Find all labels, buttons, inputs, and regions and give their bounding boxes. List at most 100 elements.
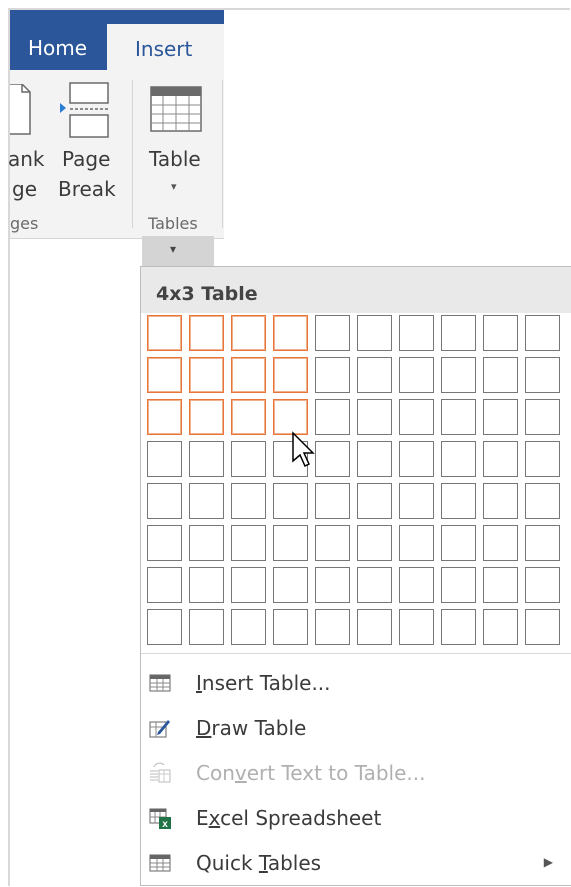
table-grid-cell[interactable] bbox=[273, 315, 308, 351]
table-grid-cell[interactable] bbox=[399, 483, 434, 519]
table-grid-cell[interactable] bbox=[147, 483, 182, 519]
table-grid-cell[interactable] bbox=[315, 441, 350, 477]
table-grid-cell[interactable] bbox=[483, 567, 518, 603]
table-grid-cell[interactable] bbox=[525, 357, 560, 393]
group-separator bbox=[132, 80, 133, 228]
table-grid-cell[interactable] bbox=[315, 525, 350, 561]
table-grid-cell[interactable] bbox=[357, 609, 392, 645]
convert-text-menu-item[interactable]: Convert Text to Table... bbox=[141, 753, 571, 797]
table-grid-cell[interactable] bbox=[483, 357, 518, 393]
table-grid-cell[interactable] bbox=[315, 399, 350, 435]
page-break-icon bbox=[60, 82, 109, 138]
table-grid-cell[interactable] bbox=[357, 357, 392, 393]
table-grid-cell[interactable] bbox=[315, 315, 350, 351]
table-grid-cell[interactable] bbox=[441, 399, 476, 435]
table-grid-cell[interactable] bbox=[441, 525, 476, 561]
table-grid-cell[interactable] bbox=[483, 483, 518, 519]
table-grid-cell[interactable] bbox=[357, 399, 392, 435]
table-grid-cell[interactable] bbox=[399, 525, 434, 561]
table-grid-cell[interactable] bbox=[483, 399, 518, 435]
table-grid-cell[interactable] bbox=[525, 483, 560, 519]
table-grid-cell[interactable] bbox=[189, 609, 224, 645]
table-grid-cell[interactable] bbox=[189, 525, 224, 561]
table-grid-cell[interactable] bbox=[357, 525, 392, 561]
table-grid-cell[interactable] bbox=[189, 567, 224, 603]
table-grid-cell[interactable] bbox=[189, 315, 224, 351]
table-grid-cell[interactable] bbox=[441, 567, 476, 603]
table-button-label[interactable]: Table bbox=[149, 144, 201, 174]
table-grid-cell[interactable] bbox=[441, 357, 476, 393]
table-grid-cell[interactable] bbox=[147, 525, 182, 561]
table-grid-cell[interactable] bbox=[273, 609, 308, 645]
table-grid-cell[interactable] bbox=[189, 483, 224, 519]
table-grid-cell[interactable] bbox=[441, 441, 476, 477]
tab-home[interactable]: Home bbox=[28, 36, 87, 60]
excel-spreadsheet-menu-item[interactable]: x Excel Spreadsheet bbox=[141, 798, 571, 842]
insert-table-menu-item[interactable]: Insert Table... bbox=[141, 663, 571, 707]
table-grid-cell[interactable] bbox=[315, 483, 350, 519]
table-grid-cell[interactable] bbox=[441, 315, 476, 351]
table-grid-cell[interactable] bbox=[189, 441, 224, 477]
table-grid-cell[interactable] bbox=[399, 567, 434, 603]
table-grid-cell[interactable] bbox=[231, 315, 266, 351]
table-grid-cell[interactable] bbox=[315, 609, 350, 645]
tab-insert[interactable]: Insert bbox=[135, 37, 192, 61]
table-grid-cell[interactable] bbox=[525, 441, 560, 477]
table-grid-cell[interactable] bbox=[357, 567, 392, 603]
table-grid-cell[interactable] bbox=[483, 609, 518, 645]
table-dropdown-arrow[interactable]: ▾ bbox=[171, 180, 177, 193]
table-grid-cell[interactable] bbox=[525, 609, 560, 645]
table-grid-cell[interactable] bbox=[315, 357, 350, 393]
table-grid-cell[interactable] bbox=[273, 399, 308, 435]
caption-dropdown-arrow[interactable]: ▾ bbox=[170, 242, 176, 256]
table-grid-cell[interactable] bbox=[273, 357, 308, 393]
table-grid-cell[interactable] bbox=[525, 525, 560, 561]
gallery-caption-button[interactable] bbox=[142, 236, 214, 266]
table-grid-cell[interactable] bbox=[357, 441, 392, 477]
table-grid-cell[interactable] bbox=[189, 357, 224, 393]
pages-group-label: ges bbox=[10, 214, 39, 233]
table-grid-cell[interactable] bbox=[231, 483, 266, 519]
table-grid-cell[interactable] bbox=[189, 399, 224, 435]
table-grid-cell[interactable] bbox=[399, 315, 434, 351]
draw-table-menu-item[interactable]: Draw Table bbox=[141, 708, 571, 752]
table-grid-cell[interactable] bbox=[441, 483, 476, 519]
table-grid-cell[interactable] bbox=[231, 525, 266, 561]
blank-page-label-top[interactable]: ank bbox=[8, 144, 45, 174]
table-grid-cell[interactable] bbox=[147, 441, 182, 477]
table-grid-cell[interactable] bbox=[483, 441, 518, 477]
table-grid-cell[interactable] bbox=[399, 609, 434, 645]
table-grid-cell[interactable] bbox=[231, 441, 266, 477]
table-grid-cell[interactable] bbox=[231, 357, 266, 393]
table-grid-cell[interactable] bbox=[147, 567, 182, 603]
table-grid-cell[interactable] bbox=[525, 315, 560, 351]
table-grid-cell[interactable] bbox=[399, 399, 434, 435]
table-grid-cell[interactable] bbox=[273, 525, 308, 561]
table-grid-cell[interactable] bbox=[399, 357, 434, 393]
table-grid-cell[interactable] bbox=[147, 357, 182, 393]
table-grid-cell[interactable] bbox=[231, 567, 266, 603]
table-grid-cell[interactable] bbox=[147, 315, 182, 351]
table-grid-cell[interactable] bbox=[273, 483, 308, 519]
table-grid-cell[interactable] bbox=[357, 315, 392, 351]
convert-text-label: Convert Text to Table... bbox=[196, 761, 426, 785]
table-grid-cell[interactable] bbox=[525, 567, 560, 603]
table-grid-cell[interactable] bbox=[315, 567, 350, 603]
table-grid-cell[interactable] bbox=[441, 609, 476, 645]
table-grid-cell[interactable] bbox=[231, 399, 266, 435]
table-grid-cell[interactable] bbox=[483, 315, 518, 351]
table-grid-cell[interactable] bbox=[231, 609, 266, 645]
table-grid-cell[interactable] bbox=[525, 399, 560, 435]
quick-tables-menu-item[interactable]: Quick Tables ▶ bbox=[141, 843, 571, 887]
table-grid-cell[interactable] bbox=[147, 609, 182, 645]
page-break-label-top[interactable]: Page bbox=[62, 144, 110, 174]
table-grid-cell[interactable] bbox=[273, 567, 308, 603]
table-grid-cell[interactable] bbox=[399, 441, 434, 477]
table-size-title: 4x3 Table bbox=[156, 283, 258, 305]
quick-tables-icon bbox=[149, 854, 171, 872]
page-break-label-bottom[interactable]: Break bbox=[58, 174, 116, 204]
blank-page-label-bottom[interactable]: ge bbox=[12, 174, 37, 204]
table-grid-cell[interactable] bbox=[483, 525, 518, 561]
table-grid-cell[interactable] bbox=[147, 399, 182, 435]
table-grid-cell[interactable] bbox=[357, 483, 392, 519]
